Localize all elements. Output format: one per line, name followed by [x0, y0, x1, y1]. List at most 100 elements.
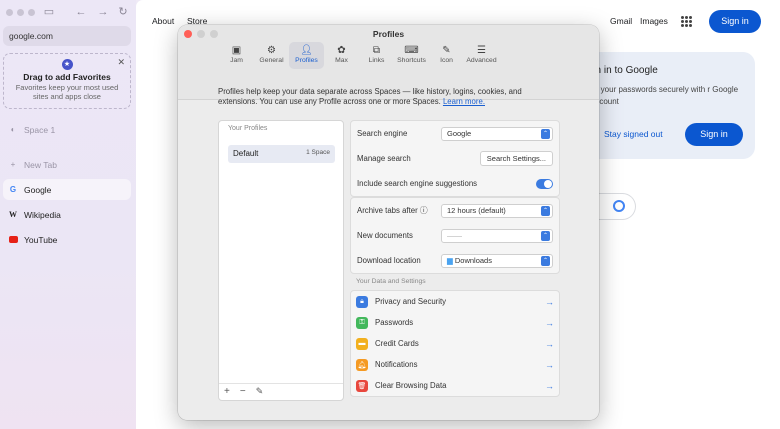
- suggestions-label: Include search engine suggestions: [357, 179, 478, 188]
- new-documents-row: New documents —— ⌃: [351, 223, 559, 248]
- data-settings-header: Your Data and Settings: [356, 278, 426, 285]
- privacy-security-link[interactable]: 🔒︎ Privacy and Security →: [351, 291, 559, 312]
- apps-grid-icon[interactable]: [681, 16, 692, 27]
- archive-select[interactable]: 12 hours (default) ⌃: [441, 203, 553, 218]
- profiles-list: Your Profiles Default 1 Space + − ✎: [218, 120, 344, 401]
- gear-icon: ⚙: [267, 45, 276, 56]
- profiles-list-header: Your Profiles: [228, 125, 268, 132]
- plus-icon: +: [10, 160, 16, 169]
- credit-cards-link[interactable]: ▬ Credit Cards →: [351, 333, 559, 354]
- tab-label: Icon: [440, 57, 453, 64]
- tab-links[interactable]: ⧉ Links: [359, 42, 394, 69]
- arrow-right-icon: →: [545, 338, 554, 349]
- favorites-dropzone[interactable]: ✕ ★ Drag to add Favorites Favorites keep…: [3, 53, 131, 109]
- tab-general[interactable]: ⚙ General: [254, 42, 289, 69]
- signin-card-body: ve your passwords securely with r Google…: [590, 85, 739, 106]
- close-icon[interactable]: ✕: [117, 57, 125, 68]
- tab-wikipedia[interactable]: W Wikipedia: [3, 204, 131, 225]
- preference-tabs: ▣ Jam ⚙ General 👤︎ Profiles ✿ Max ⧉ Links ⌨ Sh…: [219, 42, 499, 69]
- arrow-right-icon: →: [545, 359, 554, 370]
- arrow-right-icon: →: [545, 317, 554, 328]
- wikipedia-icon: W: [9, 210, 17, 219]
- passwords-link[interactable]: ⚿ Passwords →: [351, 312, 559, 333]
- info-icon[interactable]: ⓘ: [420, 206, 428, 215]
- notifications-link[interactable]: 🔔︎ Notifications →: [351, 354, 559, 375]
- data-settings-group: 🔒︎ Privacy and Security → ⚿ Passwords → …: [350, 290, 560, 397]
- lock-icon: 🔒︎: [356, 295, 368, 308]
- profile-space-count: 1 Space: [306, 149, 330, 156]
- link-label: Credit Cards: [375, 339, 419, 348]
- gmail-link[interactable]: Gmail: [610, 16, 632, 26]
- download-location-select[interactable]: ▆ Downloads ⌃: [441, 253, 553, 268]
- search-engine-select[interactable]: Google ⌃: [441, 126, 553, 141]
- suggestions-row: Include search engine suggestions: [351, 171, 559, 196]
- tab-profiles[interactable]: 👤︎ Profiles: [289, 42, 324, 69]
- tab-jam[interactable]: ▣ Jam: [219, 42, 254, 69]
- chevron-updown-icon: ⌃: [541, 255, 550, 266]
- manage-search-label: Manage search: [357, 154, 411, 163]
- download-location-label: Download location: [357, 256, 421, 265]
- jam-icon: ▣: [231, 45, 242, 56]
- stay-signed-out-link[interactable]: Stay signed out: [604, 129, 663, 139]
- new-documents-select[interactable]: —— ⌃: [441, 228, 553, 243]
- space-label[interactable]: ◐ Space 1: [3, 119, 131, 140]
- add-profile-button[interactable]: +: [224, 386, 230, 398]
- search-engine-row: Search engine Google ⌃: [351, 121, 559, 146]
- tab-shortcuts[interactable]: ⌨ Shortcuts: [394, 42, 429, 69]
- reload-icon[interactable]: ↻: [116, 5, 130, 19]
- tab-label: Jam: [230, 57, 243, 64]
- tab-label: Google: [24, 184, 52, 195]
- signin-card-button[interactable]: Sign in: [685, 123, 743, 146]
- tab-advanced[interactable]: ☰ Advanced: [464, 42, 499, 69]
- chevron-updown-icon: ⌃: [541, 128, 550, 139]
- space-icon: ◐: [10, 125, 16, 134]
- select-value: Google: [447, 128, 472, 138]
- profile-row-default[interactable]: Default 1 Space: [228, 145, 335, 163]
- clear-browsing-data-link[interactable]: 🗑︎ Clear Browsing Data →: [351, 375, 559, 396]
- search-settings-group: Search engine Google ⌃ Manage search Sear…: [350, 120, 560, 197]
- tab-youtube[interactable]: YouTube: [3, 229, 131, 250]
- trash-icon: 🗑︎: [356, 379, 368, 392]
- select-value: Downloads: [454, 255, 492, 265]
- zoom-window-button[interactable]: [28, 9, 35, 16]
- tab-icon[interactable]: ✎ Icon: [429, 42, 464, 69]
- close-window-button[interactable]: [6, 9, 13, 16]
- tab-max[interactable]: ✿ Max: [324, 42, 359, 69]
- sidebar: ▭ ← → ↻ google.com ✕ ★ Drag to add Favor…: [0, 0, 136, 429]
- tab-label: Max: [335, 57, 348, 64]
- star-icon: ★: [61, 59, 73, 70]
- remove-profile-button[interactable]: −: [240, 386, 246, 398]
- archive-label-text: Archive tabs after: [357, 206, 418, 215]
- new-tab-button[interactable]: + New Tab: [3, 154, 131, 175]
- youtube-icon: [8, 235, 18, 245]
- tab-label: General: [259, 57, 284, 64]
- brush-icon: ✎: [442, 45, 451, 56]
- search-engine-label: Search engine: [357, 129, 408, 138]
- signin-card: gn in to Google ve your passwords secure…: [580, 52, 755, 159]
- google-signin-button[interactable]: Sign in: [709, 10, 761, 33]
- links-icon: ⧉: [372, 45, 381, 56]
- link-label: Privacy and Security: [375, 297, 447, 306]
- google-lens-icon[interactable]: [613, 200, 625, 212]
- images-link[interactable]: Images: [640, 16, 668, 26]
- dialog-title: Profiles: [372, 29, 405, 39]
- manage-search-row: Manage search Search Settings...: [351, 146, 559, 171]
- back-arrow-icon[interactable]: ←: [74, 5, 88, 19]
- about-link[interactable]: About: [152, 16, 174, 26]
- url-bar[interactable]: google.com: [3, 26, 131, 46]
- tab-label: Profiles: [295, 57, 318, 64]
- forward-arrow-icon[interactable]: →: [96, 5, 110, 19]
- sidebar-toggle-icon[interactable]: ▭: [42, 5, 56, 19]
- search-settings-button[interactable]: Search Settings...: [479, 151, 553, 166]
- learn-more-link[interactable]: Learn more.: [443, 97, 485, 106]
- bell-icon: 🔔︎: [356, 358, 368, 371]
- minimize-window-button[interactable]: [17, 9, 24, 16]
- new-tab-label: New Tab: [24, 159, 57, 170]
- suggestions-toggle[interactable]: [536, 178, 553, 189]
- edit-profile-button[interactable]: ✎: [256, 386, 264, 398]
- tab-google[interactable]: G Google: [3, 179, 131, 200]
- chevron-updown-icon: ⌃: [541, 230, 550, 241]
- tab-label: Advanced: [466, 57, 497, 64]
- archive-label: Archive tabs after ⓘ: [357, 205, 428, 216]
- favorites-subtitle: Favorites keep your most used sites and …: [15, 83, 119, 101]
